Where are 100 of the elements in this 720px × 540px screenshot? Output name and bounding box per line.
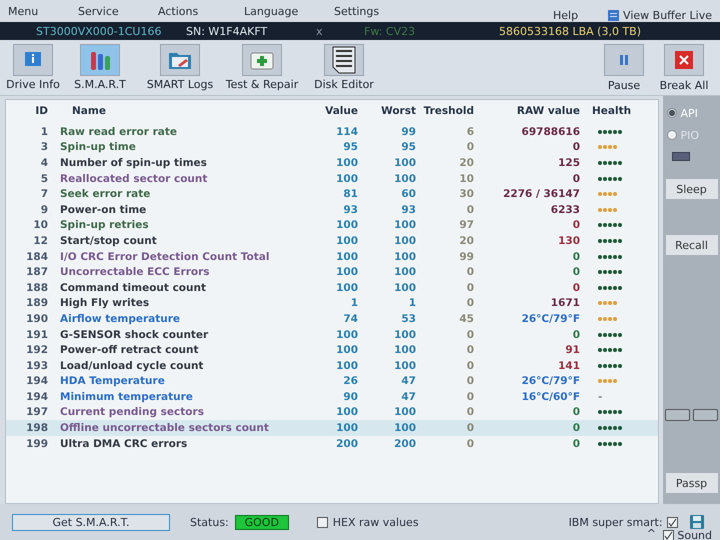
table-cell-text: 100: [393, 328, 416, 341]
table-cell-text: 26°C/79°F: [520, 375, 580, 388]
table-cell-text: 93: [342, 204, 358, 216]
table-cell-text: 194: [25, 390, 48, 403]
table-cell-text: Airflow temperature: [59, 312, 182, 325]
column-header[interactable]: Value: [298, 105, 358, 117]
table-cell-text: 47: [400, 390, 416, 403]
column-header[interactable]: Worst: [358, 105, 416, 117]
menu-item[interactable]: Service: [78, 4, 158, 18]
table-cell-text: 30: [458, 188, 474, 200]
table-cell-text: 0: [466, 344, 474, 356]
table-cell-text: Load/unload cycle count: [59, 360, 204, 372]
table-cell-text: 1: [40, 126, 48, 138]
menu-item[interactable]: Actions: [158, 4, 244, 18]
table-cell-text: 97: [458, 219, 474, 232]
toolbar-tab[interactable]: S.M.A.R.T: [60, 44, 140, 91]
table-cell-text: 187: [25, 266, 48, 278]
table-cell-text: 0: [572, 141, 580, 154]
menu-item[interactable]: Language: [244, 4, 334, 18]
menu-item[interactable]: Settings: [334, 4, 414, 18]
table-cell-text: Minimum temperature: [59, 390, 194, 403]
table-cell-text: 10: [32, 219, 48, 232]
close-icon: [675, 51, 693, 69]
table-cell-text: 141: [557, 360, 580, 372]
list-icon: [608, 10, 620, 20]
sleep-button[interactable]: Sleep: [666, 179, 718, 199]
hex-label: HEX raw values: [332, 516, 419, 528]
table-cell-text: 100: [393, 219, 416, 232]
menu-item[interactable]: Help: [552, 8, 578, 22]
table-cell-text: 100: [393, 344, 416, 356]
table-cell-text: 26°C/79°F: [520, 312, 580, 325]
table-cell-text: Number of spin-up times: [59, 156, 208, 169]
first-aid-icon: [250, 50, 274, 70]
table-cell-text: 99: [458, 250, 474, 263]
table-cell-text: 6233: [550, 204, 580, 216]
info-icon: [24, 51, 42, 69]
break-all-button[interactable]: Break All: [654, 44, 714, 92]
table-cell-text: 0: [466, 266, 474, 278]
table-cell-text: 199: [25, 438, 48, 450]
menu-item[interactable]: Menu: [8, 4, 78, 18]
small-button[interactable]: [693, 409, 718, 421]
table-cell-text: I/O CRC Error Detection Count Total: [59, 250, 270, 263]
table-cell-text: 100: [335, 344, 358, 356]
column-header[interactable]: RAW value: [474, 105, 580, 117]
table-cell-text: High Fly writes: [59, 297, 150, 310]
table-cell-text: 45: [458, 312, 474, 325]
get-smart-button[interactable]: Get S.M.A.R.T.: [12, 514, 170, 530]
ibm-checkbox[interactable]: [666, 516, 678, 528]
column-header[interactable]: Name: [48, 105, 298, 117]
table-cell-text: 0: [572, 422, 580, 434]
table-cell-text: 6: [466, 126, 474, 138]
table-cell-text: 191: [25, 328, 48, 341]
table-cell-text: 125: [557, 156, 580, 169]
table-cell-text: 130: [557, 234, 580, 247]
drive-close: x: [316, 24, 324, 38]
table-cell-text: 100: [335, 156, 358, 169]
table-cell-text: 188: [25, 282, 48, 294]
drive-capacity: 5860533168 LBA (3,0 TB): [499, 24, 642, 38]
table-cell-text: 200: [393, 438, 416, 450]
toolbar-tab[interactable]: SMART Logs: [140, 44, 220, 91]
table-cell-text: 184: [25, 250, 48, 263]
table-cell-text: 3: [40, 141, 48, 154]
table-cell-text: 0: [466, 422, 474, 434]
table-cell-text: 0: [572, 406, 580, 418]
table-cell-text: 193: [25, 360, 48, 372]
caret-icon[interactable]: ^: [646, 527, 656, 540]
table-cell-text: 20: [458, 234, 474, 247]
table-cell-text: 1: [408, 297, 416, 310]
table-cell-text: 100: [335, 172, 358, 185]
save-icon[interactable]: [690, 515, 704, 529]
table-cell-text: 93: [400, 204, 416, 216]
hex-checkbox[interactable]: [316, 516, 328, 528]
toolbar-tab[interactable]: Test & Repair: [220, 44, 304, 91]
table-cell-text: Raw read error rate: [59, 126, 178, 138]
table-cell-text: Offline uncorrectable sectors count: [59, 422, 270, 434]
table-cell-text: 0: [466, 141, 474, 154]
table-cell-text: 95: [400, 141, 416, 154]
recall-button[interactable]: Recall: [666, 235, 718, 255]
table-cell-text: 0: [572, 219, 580, 232]
table-cell-text: 0: [466, 375, 474, 388]
table-cell-text: 5: [40, 172, 48, 185]
sound-checkbox[interactable]: [663, 530, 674, 540]
table-cell-text: 100: [393, 360, 416, 372]
table-cell-text: 95: [342, 141, 358, 154]
table-cell-text: 1: [350, 297, 358, 310]
pause-button[interactable]: Pause: [594, 44, 654, 92]
table-cell-text: HDA Temperature: [59, 375, 166, 388]
passp-button[interactable]: Passp: [666, 473, 718, 493]
table-cell-text: 100: [393, 422, 416, 434]
column-header[interactable]: ID: [6, 105, 48, 117]
table-cell-text: -: [597, 390, 604, 403]
table-cell-text: 192: [25, 344, 48, 356]
small-button[interactable]: [665, 409, 690, 421]
column-header[interactable]: Treshold: [416, 105, 474, 117]
toolbar-tab[interactable]: Disk Editor: [304, 44, 384, 91]
column-header[interactable]: Health: [580, 105, 650, 117]
table-cell-text: 99: [400, 126, 416, 138]
status-label: Status:: [190, 516, 229, 528]
table-cell-text: Start/stop count: [59, 234, 158, 247]
view-buffer-live-label[interactable]: View Buffer Live: [623, 8, 712, 22]
